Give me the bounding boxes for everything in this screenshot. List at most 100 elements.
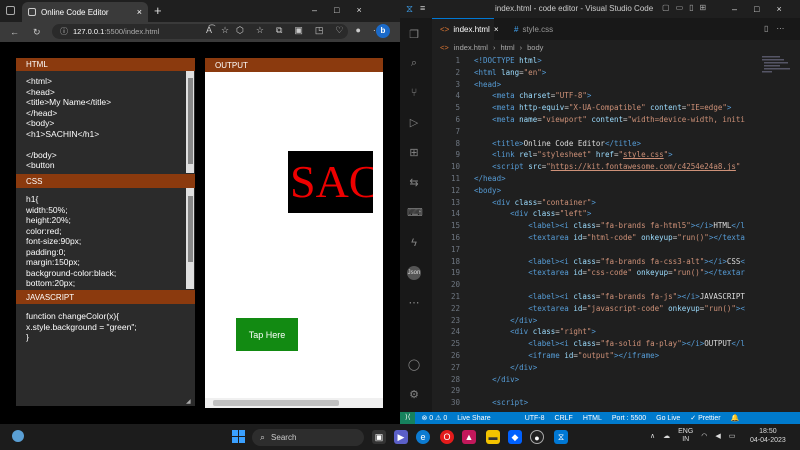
layout-panel-icon[interactable]: ▭ — [676, 3, 684, 12]
code-line[interactable]: <label><i class="fa-brands fa-css3-alt">… — [474, 257, 745, 266]
wallet-icon[interactable]: ◳ — [315, 25, 324, 36]
code-line[interactable]: <label><i class="fa-brands fa-html5"></i… — [474, 221, 745, 230]
css-scrollbar-thumb[interactable] — [188, 196, 193, 262]
remote-explorer-icon[interactable]: ⇆ — [407, 176, 421, 190]
language-mode[interactable]: HTML — [583, 415, 602, 422]
zoom-icon[interactable]: ☆ — [221, 25, 229, 36]
code-line[interactable]: <html lang="en"> — [474, 68, 546, 77]
vscode-maximize-icon[interactable]: □ — [754, 4, 759, 14]
start-icon[interactable] — [232, 430, 245, 443]
battery-icon[interactable]: ▭ — [729, 432, 736, 440]
search-icon[interactable]: ⌕ — [407, 56, 421, 70]
tap-here-button[interactable]: Tap Here — [236, 318, 298, 351]
tray-overflow-icon[interactable]: ∧ — [650, 432, 655, 440]
opera-icon[interactable]: O — [440, 430, 454, 444]
more-actions-icon[interactable]: ⋯ — [776, 24, 784, 33]
eol-indicator[interactable]: CRLF — [555, 415, 573, 422]
code-line[interactable]: <link rel="stylesheet" href="style.css"> — [474, 150, 673, 159]
code-line[interactable]: <div class="left"> — [474, 209, 591, 218]
breadcrumb-body[interactable]: body — [527, 43, 543, 52]
language-indicator[interactable]: ENG IN — [678, 428, 693, 444]
file-explorer-icon[interactable]: ▬ — [486, 430, 500, 444]
code-line[interactable]: <meta http-equiv="X-UA-Compatible" conte… — [474, 103, 731, 112]
tab-index-html[interactable]: <> index.html × — [432, 18, 498, 40]
vscode-close-icon[interactable]: × — [776, 4, 781, 14]
source-control-icon[interactable]: ⑂ — [407, 86, 421, 100]
code-line[interactable]: <textarea id="javascript-code" onkeyup="… — [474, 304, 745, 313]
code-line[interactable]: </head> — [474, 174, 506, 183]
minimize-icon[interactable]: – — [312, 5, 317, 15]
extensions-icon[interactable]: ⊞ — [407, 146, 421, 160]
explorer-icon[interactable]: ❐ — [407, 28, 421, 42]
teams-icon[interactable]: ▶ — [394, 430, 408, 444]
code-line[interactable]: <body> — [474, 186, 501, 195]
new-tab-button[interactable]: + — [154, 3, 162, 18]
favorites-icon[interactable]: ☆ — [256, 25, 264, 36]
tab-style-css[interactable]: # style.css — [506, 18, 568, 40]
more-icon[interactable]: ⋯ — [407, 296, 421, 310]
vscode-taskbar-icon[interactable]: ⧖ — [554, 430, 568, 444]
code-line[interactable]: </div> — [474, 316, 537, 325]
photos-icon[interactable]: ▲ — [462, 430, 476, 444]
code-line[interactable]: </div> — [474, 363, 537, 372]
cloud-icon[interactable]: ☁ — [663, 432, 670, 440]
thunder-client-icon[interactable]: ϟ — [407, 236, 421, 250]
code-line[interactable]: <script src="https://kit.fontawesome.com… — [474, 162, 740, 171]
resize-handle-icon[interactable]: ◢ — [186, 398, 191, 405]
bing-icon[interactable]: b — [376, 24, 390, 38]
maximize-icon[interactable]: □ — [334, 5, 339, 15]
html-scrollbar-thumb[interactable] — [188, 78, 193, 164]
code-line[interactable]: <div class="container"> — [474, 198, 596, 207]
browser-essentials-icon[interactable]: ♡ — [335, 25, 343, 36]
problems-indicator[interactable]: ⊗ 0 ⚠ 0 — [421, 414, 447, 422]
code-line[interactable]: <!DOCTYPE html> — [474, 56, 542, 65]
tab-actions-icon[interactable] — [6, 6, 15, 15]
layout-sidebar-icon[interactable]: ▢ — [662, 3, 670, 12]
weather-icon[interactable] — [12, 430, 24, 442]
tab-close-icon[interactable]: × — [137, 7, 142, 17]
breadcrumb-html[interactable]: html — [500, 43, 514, 52]
terminal-icon[interactable]: ⌨ — [407, 206, 423, 220]
output-iframe[interactable] — [205, 72, 383, 408]
code-line[interactable]: <textarea id="html-code" onkeyup="run()"… — [474, 233, 745, 242]
taskbar-clock[interactable]: 18:50 04-04-2023 — [750, 427, 786, 445]
menu-icon[interactable]: ≡ — [420, 3, 425, 13]
dropbox-icon[interactable]: ◆ — [508, 430, 522, 444]
live-share-button[interactable]: Live Share — [457, 415, 490, 422]
split-editor-icon[interactable]: ▯ — [764, 24, 768, 33]
github-icon[interactable]: ● — [530, 430, 544, 444]
settings-gear-icon[interactable]: ⚙ — [407, 388, 421, 402]
extensions-icon[interactable]: ⬡ — [236, 25, 244, 36]
output-scrollbar-thumb[interactable] — [213, 400, 339, 406]
notifications-icon[interactable]: 🔔 — [731, 414, 740, 422]
code-line[interactable]: <div class="right"> — [474, 327, 596, 336]
edge-icon[interactable]: e — [416, 430, 430, 444]
code-line[interactable]: <meta charset="UTF-8"> — [474, 91, 591, 100]
html-code-textarea[interactable]: <html> <head> <title>My Name</title> </h… — [26, 76, 184, 172]
profile-icon[interactable]: ● — [355, 25, 360, 36]
minimap[interactable] — [760, 54, 790, 78]
prettier-indicator[interactable]: ✓ Prettier — [690, 414, 720, 422]
code-line[interactable]: <script> — [474, 398, 528, 407]
remote-indicator-icon[interactable]: ⟩⟨ — [400, 412, 416, 424]
vscode-minimize-icon[interactable]: – — [732, 4, 737, 14]
collections-icon[interactable]: ▣ — [294, 25, 303, 36]
code-line[interactable]: <textarea id="css-code" onkeyup="run()">… — [474, 268, 745, 277]
layout-customize-icon[interactable]: ⊞ — [700, 3, 707, 12]
reload-icon[interactable]: ↻ — [33, 27, 41, 38]
code-line[interactable]: <iframe id="output"></iframe> — [474, 351, 659, 360]
layout-secondary-icon[interactable]: ▯ — [689, 3, 693, 12]
javascript-code-textarea[interactable]: function changeColor(x){ x.style.backgro… — [26, 311, 186, 401]
encoding-indicator[interactable]: UTF-8 — [525, 415, 545, 422]
back-icon[interactable]: ← — [10, 27, 19, 37]
taskbar-search[interactable]: ⌕ Search — [252, 429, 364, 446]
account-icon[interactable]: ◯ — [407, 358, 421, 372]
code-line[interactable]: <title>Online Code Editor</title> — [474, 139, 641, 148]
close-icon[interactable]: × — [356, 5, 361, 15]
code-line[interactable]: <label><i class="fa-solid fa-play"></i>O… — [474, 339, 745, 348]
task-view-icon[interactable]: ▣ — [372, 430, 386, 444]
json-icon[interactable]: Json — [407, 266, 421, 280]
browser-tab[interactable]: Online Code Editor × — [22, 2, 148, 22]
code-line[interactable]: <meta name="viewport" content="width=dev… — [474, 115, 745, 124]
split-screen-icon[interactable]: ⧉ — [276, 25, 282, 36]
